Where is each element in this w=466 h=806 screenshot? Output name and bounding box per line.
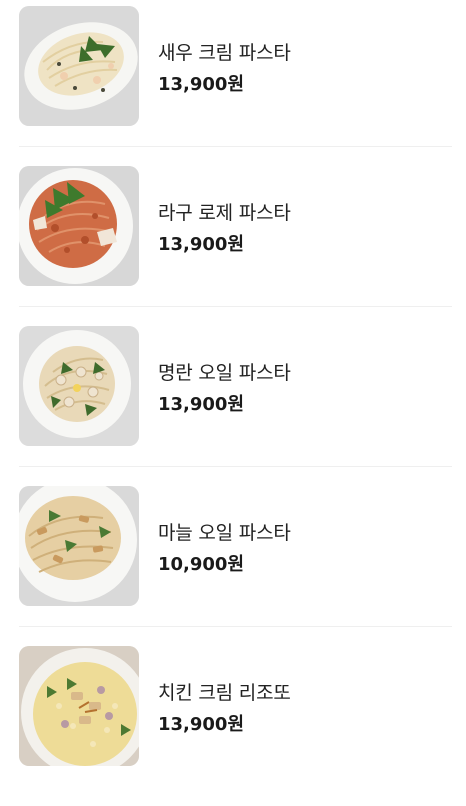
divider: [19, 306, 452, 307]
divider: [19, 466, 452, 467]
menu-item-photo[interactable]: [19, 486, 139, 606]
menu-item-price: 13,900원: [158, 714, 245, 735]
menu-list: 새우 크림 파스타 13,900원 라구 로제 파스타 13,900원 명란 오…: [0, 0, 466, 777]
menu-item-pollack-roe-oil-pasta[interactable]: 명란 오일 파스타 13,900원: [0, 326, 466, 486]
divider: [19, 626, 452, 627]
menu-item-price: 10,900원: [158, 554, 245, 575]
menu-item-price: 13,900원: [158, 394, 245, 415]
menu-item-photo[interactable]: [19, 166, 139, 286]
menu-item-garlic-oil-pasta[interactable]: 마늘 오일 파스타 10,900원: [0, 486, 466, 646]
menu-item-ragu-rose-pasta[interactable]: 라구 로제 파스타 13,900원: [0, 166, 466, 326]
menu-item-name: 치킨 크림 리조또: [158, 682, 291, 704]
menu-item-price: 13,900원: [158, 74, 245, 95]
menu-item-price: 13,900원: [158, 234, 245, 255]
menu-item-chicken-cream-risotto[interactable]: 치킨 크림 리조또 13,900원: [0, 646, 466, 806]
menu-item-shrimp-cream-pasta[interactable]: 새우 크림 파스타 13,900원: [0, 6, 466, 166]
menu-item-name: 라구 로제 파스타: [158, 202, 291, 224]
menu-item-name: 마늘 오일 파스타: [158, 522, 291, 544]
menu-item-photo[interactable]: [19, 646, 139, 766]
menu-item-name: 명란 오일 파스타: [158, 362, 291, 384]
menu-item-photo[interactable]: [19, 6, 139, 126]
menu-item-name: 새우 크림 파스타: [158, 42, 291, 64]
divider: [19, 146, 452, 147]
menu-item-photo[interactable]: [19, 326, 139, 446]
